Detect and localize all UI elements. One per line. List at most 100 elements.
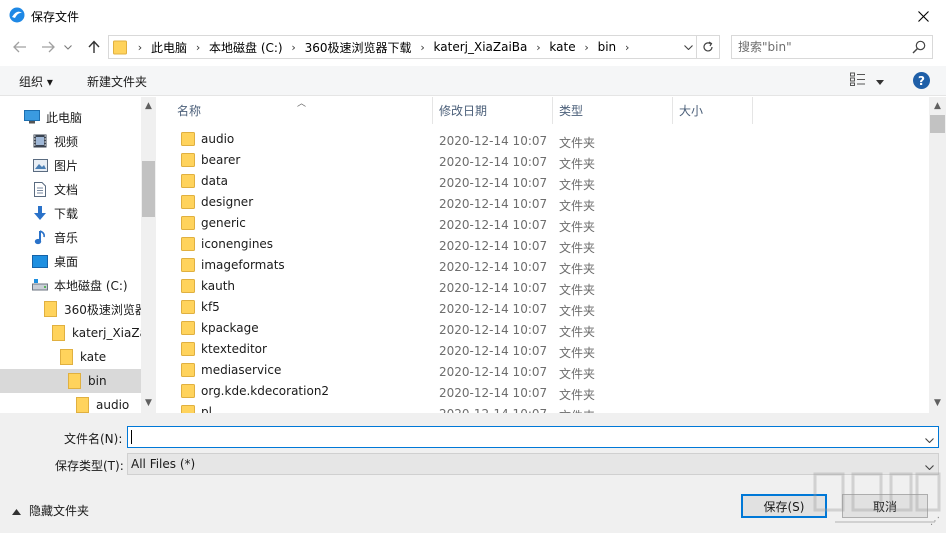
file-type: 文件夹	[559, 346, 596, 360]
table-row[interactable]: data 2020-12-14 10:07 文件夹	[157, 172, 929, 193]
folder-icon	[181, 195, 195, 209]
up-arrow-icon[interactable]	[84, 37, 104, 57]
breadcrumb: › 此电脑 › 本地磁盘 (C:) › 360极速浏览器下载 › katerj_…	[129, 36, 638, 58]
chevron-right-icon[interactable]: ›	[283, 41, 305, 54]
nav-item-downloads[interactable]: 下载	[32, 201, 155, 225]
nav-item-label: 图片	[54, 158, 79, 173]
scroll-up-icon[interactable]: ▲	[141, 101, 156, 111]
nav-item-folder[interactable]: 360极速浏览器	[42, 297, 155, 321]
table-row[interactable]: org.kde.kdecoration2 2020-12-14 10:07 文件夹	[157, 382, 929, 403]
table-row[interactable]: kf5 2020-12-14 10:07 文件夹	[157, 298, 929, 319]
column-header-name[interactable]: 名称	[171, 97, 433, 124]
chevron-down-icon[interactable]	[925, 432, 934, 446]
table-row[interactable]: audio 2020-12-14 10:07 文件夹	[157, 130, 929, 151]
scroll-down-icon[interactable]: ▼	[930, 398, 945, 408]
modified-date: 2020-12-14 10:07	[439, 344, 548, 358]
hide-folders-toggle[interactable]: 隐藏文件夹	[12, 502, 89, 519]
table-row[interactable]: pl2020-12-14 10:07文件夹	[157, 403, 929, 413]
file-name: iconengines	[201, 237, 274, 251]
nav-item-local-disk[interactable]: 本地磁盘 (C:)	[32, 273, 155, 297]
scrollbar-thumb[interactable]	[930, 115, 945, 133]
chevron-right-icon[interactable]: ›	[527, 41, 549, 54]
scroll-down-icon[interactable]: ▼	[141, 398, 156, 408]
folder-icon	[181, 258, 195, 272]
folder-icon	[181, 174, 195, 188]
chevron-right-icon[interactable]: ›	[616, 41, 638, 54]
refresh-icon[interactable]	[697, 35, 720, 59]
column-header-size[interactable]: 大小	[673, 97, 753, 124]
modified-date: 2020-12-14 10:07	[439, 134, 548, 148]
browser-app-icon	[9, 7, 25, 23]
nav-item-desktop[interactable]: 桌面	[32, 249, 155, 273]
nav-pane-scrollbar[interactable]: ▲ ▼	[141, 97, 156, 413]
close-icon[interactable]	[900, 0, 946, 32]
recent-locations-chevron-icon[interactable]	[58, 37, 78, 57]
chevron-right-icon[interactable]: ›	[412, 41, 434, 54]
nav-item-label: 视频	[54, 134, 79, 149]
table-row[interactable]: mediaservice 2020-12-14 10:07 文件夹	[157, 361, 929, 382]
file-name-cell: mediaservice	[181, 363, 281, 377]
text-cursor	[131, 430, 132, 444]
table-row[interactable]: imageformats 2020-12-14 10:07 文件夹	[157, 256, 929, 277]
file-name: org.kde.kdecoration2	[201, 384, 330, 398]
modified-date: 2020-12-14 10:07	[439, 176, 548, 190]
table-row[interactable]: ktexteditor 2020-12-14 10:07 文件夹	[157, 340, 929, 361]
file-name-cell: generic	[181, 216, 246, 230]
column-header-date[interactable]: 修改日期	[433, 97, 553, 124]
file-list-scrollbar[interactable]: ▲ ▼	[929, 97, 946, 413]
file-name: kpackage	[201, 321, 259, 335]
file-name-cell: ktexteditor	[181, 342, 267, 356]
address-dropdown-icon[interactable]	[679, 35, 697, 59]
window-title: 保存文件	[31, 10, 80, 24]
breadcrumb-item[interactable]: 此电脑	[151, 39, 187, 56]
address-bar[interactable]: › 此电脑 › 本地磁盘 (C:) › 360极速浏览器下载 › katerj_…	[108, 35, 697, 59]
music-icon	[32, 229, 48, 245]
nav-item-this-pc[interactable]: 此电脑	[24, 105, 155, 129]
forward-arrow-icon[interactable]	[38, 37, 58, 57]
chevron-right-icon[interactable]: ›	[576, 41, 598, 54]
new-folder-button[interactable]: 新建文件夹	[87, 73, 147, 90]
file-type: 文件夹	[559, 388, 596, 402]
view-options-button[interactable]	[850, 72, 884, 89]
search-box[interactable]	[731, 35, 933, 59]
breadcrumb-item[interactable]: 360极速浏览器下载	[305, 39, 412, 56]
nav-item-video[interactable]: 视频	[32, 129, 155, 153]
nav-item-label: audio	[96, 398, 130, 412]
breadcrumb-item[interactable]: katerj_XiaZaiBa	[434, 40, 528, 54]
table-row[interactable]: bearer 2020-12-14 10:07 文件夹	[157, 151, 929, 172]
search-icon[interactable]	[912, 40, 926, 57]
folder-icon	[181, 153, 195, 167]
chevron-right-icon[interactable]: ›	[187, 41, 209, 54]
nav-item-label: 音乐	[54, 230, 79, 245]
organize-menu[interactable]: 组织 ▾	[19, 73, 53, 90]
back-arrow-icon[interactable]	[10, 37, 30, 57]
breadcrumb-item[interactable]: kate	[549, 40, 575, 54]
nav-item-music[interactable]: 音乐	[32, 225, 155, 249]
scrollbar-thumb[interactable]	[142, 161, 155, 217]
desktop-icon	[32, 253, 48, 269]
breadcrumb-item[interactable]: 本地磁盘 (C:)	[209, 39, 283, 56]
navigation-pane: 此电脑 视频 图片 文档 下载 音乐 桌面 本地磁盘 (C:) 360极速浏览器…	[0, 97, 156, 413]
nav-item-pictures[interactable]: 图片	[32, 153, 155, 177]
file-type: 文件夹	[559, 157, 596, 171]
folder-icon	[181, 405, 195, 413]
table-row[interactable]: generic 2020-12-14 10:07 文件夹	[157, 214, 929, 235]
table-row[interactable]: iconengines 2020-12-14 10:07 文件夹	[157, 235, 929, 256]
table-row[interactable]: kauth 2020-12-14 10:07 文件夹	[157, 277, 929, 298]
filename-field[interactable]	[127, 426, 939, 448]
scroll-up-icon[interactable]: ▲	[930, 101, 945, 111]
breadcrumb-item[interactable]: bin	[598, 40, 617, 54]
table-row[interactable]: kpackage 2020-12-14 10:07 文件夹	[157, 319, 929, 340]
nav-item-documents[interactable]: 文档	[32, 177, 155, 201]
table-row[interactable]: designer 2020-12-14 10:07 文件夹	[157, 193, 929, 214]
file-name: ktexteditor	[201, 342, 267, 356]
folder-icon	[181, 342, 195, 356]
filename-input[interactable]	[131, 429, 911, 445]
chevron-right-icon[interactable]: ›	[129, 41, 151, 54]
search-input[interactable]	[738, 38, 903, 56]
file-name: mediaservice	[201, 363, 282, 377]
help-icon[interactable]: ?	[913, 72, 930, 89]
video-icon	[32, 133, 48, 149]
nav-item-folder-selected[interactable]: bin	[0, 369, 141, 393]
column-header-type[interactable]: 类型	[553, 97, 673, 124]
